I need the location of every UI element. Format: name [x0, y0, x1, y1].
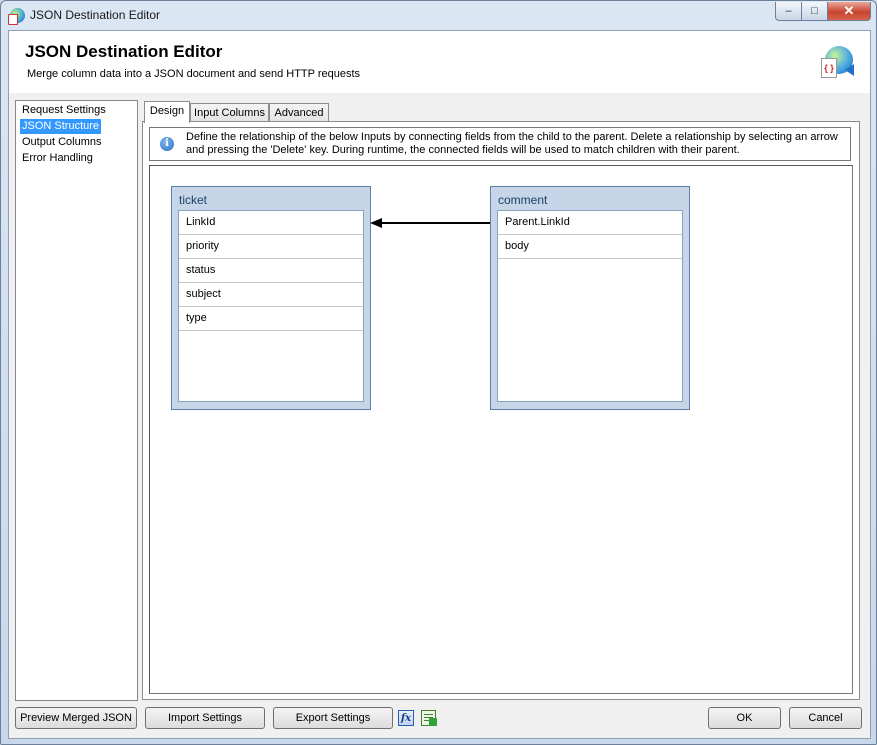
app-globe-icon — [8, 8, 25, 25]
expression-icon[interactable]: fx — [398, 710, 414, 726]
tab-advanced[interactable]: Advanced — [269, 103, 329, 123]
info-banner: i Define the relationship of the below I… — [149, 127, 851, 161]
arrow-icon — [845, 64, 854, 76]
json-globe-icon: { } — [821, 46, 854, 78]
editor-window: JSON Destination Editor – □ ✕ JSON Desti… — [0, 0, 877, 745]
info-icon: i — [160, 137, 174, 151]
sidebar-item-error-handling[interactable]: Error Handling — [20, 151, 95, 166]
page-subtitle: Merge column data into a JSON document a… — [27, 68, 361, 80]
import-settings-button[interactable]: Import Settings — [145, 707, 265, 729]
cancel-button[interactable]: Cancel — [789, 707, 862, 729]
maximize-button[interactable]: □ — [802, 2, 828, 21]
export-settings-button[interactable]: Export Settings — [273, 707, 393, 729]
tab-input-columns[interactable]: Input Columns — [190, 103, 269, 123]
minimize-button[interactable]: – — [775, 2, 802, 21]
preview-merged-json-button[interactable]: Preview Merged JSON — [15, 707, 137, 729]
relationship-canvas[interactable]: ticket LinkId priority status subject ty… — [149, 165, 853, 694]
sidebar-item-json-structure[interactable]: JSON Structure — [20, 119, 102, 134]
sidebar-item-request-settings[interactable]: Request Settings — [20, 103, 108, 118]
variables-icon[interactable] — [421, 710, 437, 726]
window-controls: – □ ✕ — [775, 2, 871, 21]
ok-button[interactable]: OK — [708, 707, 781, 729]
sidebar-nav: Request Settings JSON Structure Output C… — [15, 100, 138, 701]
relationship-arrow[interactable] — [150, 166, 852, 693]
tab-design[interactable]: Design — [144, 101, 190, 123]
json-doc-icon: { } — [821, 58, 837, 78]
window-title: JSON Destination Editor — [30, 8, 161, 22]
close-button[interactable]: ✕ — [828, 2, 871, 21]
dialog-client: JSON Destination Editor Merge column dat… — [8, 30, 871, 739]
sidebar-item-output-columns[interactable]: Output Columns — [20, 135, 103, 150]
info-text: Define the relationship of the below Inp… — [186, 131, 838, 156]
design-tab-panel: i Define the relationship of the below I… — [142, 121, 860, 700]
title-bar[interactable]: JSON Destination Editor – □ ✕ — [1, 1, 876, 29]
page-title: JSON Destination Editor — [25, 42, 223, 61]
dialog-header: JSON Destination Editor Merge column dat… — [9, 31, 870, 93]
arrowhead-icon — [370, 218, 382, 228]
